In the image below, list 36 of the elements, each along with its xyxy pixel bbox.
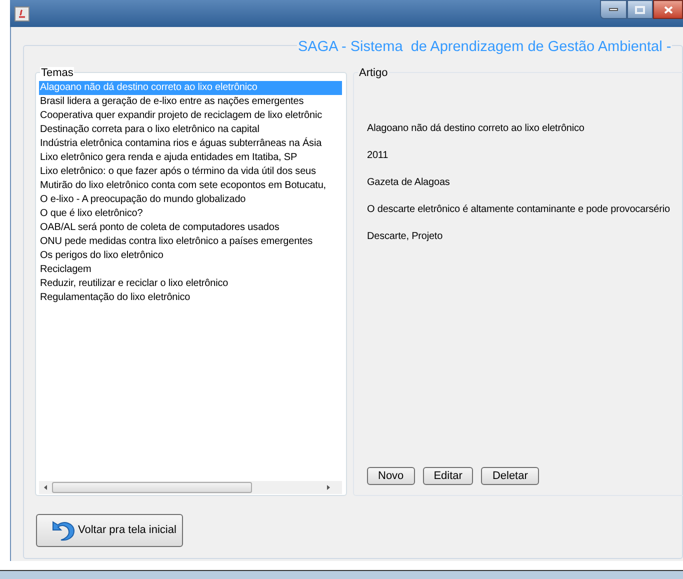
scroll-thumb[interactable] (52, 482, 252, 493)
list-item[interactable]: O que é lixo eletrônico? (39, 207, 144, 221)
minimize-button[interactable] (600, 0, 627, 19)
field-text: Alagoano não dá destino correto ao lixo eletrônico (367, 122, 586, 135)
group-label: Temas (40, 67, 74, 79)
group-label: Artigo (358, 67, 389, 79)
java-icon (14, 6, 30, 22)
scroll-left-icon[interactable] (44, 485, 47, 490)
list-item[interactable]: Reduzir, reutilizar e reciclar o lixo eletrônico (39, 277, 230, 291)
list-item[interactable]: Cooperativa quer expandir projeto de reciclagem de lixo eletrônic (39, 109, 323, 123)
field-text: 2011 (367, 149, 390, 162)
close-button[interactable] (653, 0, 683, 19)
list-item[interactable]: OAB/AL será ponto de coleta de computadores usados (39, 221, 280, 235)
action-button[interactable]: Deletar (481, 467, 539, 485)
field-text: Gazeta de Alagoas (367, 176, 451, 189)
list-item[interactable]: Brasil lidera a geração de e-lixo entre as nações emergentes (39, 95, 305, 109)
back-button[interactable]: Voltar pra tela inicial (36, 514, 183, 547)
horizontal-scrollbar[interactable] (39, 481, 342, 494)
list-item[interactable]: Os perigos do lixo eletrônico (39, 249, 164, 263)
action-button[interactable]: Editar (422, 467, 474, 485)
undo-arrow-icon (51, 520, 75, 542)
close-icon (664, 6, 672, 14)
list-item[interactable]: Lixo eletrônico: o que fazer após o término da vida útil dos seus (39, 165, 317, 179)
list-item[interactable]: Regulamentação do lixo eletrônico (39, 291, 192, 305)
field-text: Descarte, Projeto (367, 230, 444, 243)
list-item[interactable]: Lixo eletrônico gera renda e ajuda entidades em Itatiba, SP (39, 151, 298, 165)
action-button[interactable]: Novo (367, 467, 415, 485)
list-item[interactable]: Destinação correta para o lixo eletrônico na capital (39, 123, 260, 137)
list-item[interactable]: O e-lixo - A preocupação do mundo globalizado (39, 193, 247, 207)
list-item[interactable]: Indústria eletrônica contamina rios e águas subterrâneas na Ásia (39, 137, 323, 151)
list-item[interactable]: Reciclagem (39, 263, 92, 277)
scroll-right-icon[interactable] (327, 485, 330, 490)
list-item[interactable]: Mutirão do lixo eletrônico conta com sete ecopontos em Botucatu, (39, 179, 327, 193)
field-text: O descarte eletrônico é altamente contaminante e pode provocarsério (367, 203, 670, 216)
list-item[interactable]: ONU pede medidas contra lixo eletrônico a países emergentes (39, 235, 314, 249)
maximize-button[interactable] (627, 0, 653, 19)
